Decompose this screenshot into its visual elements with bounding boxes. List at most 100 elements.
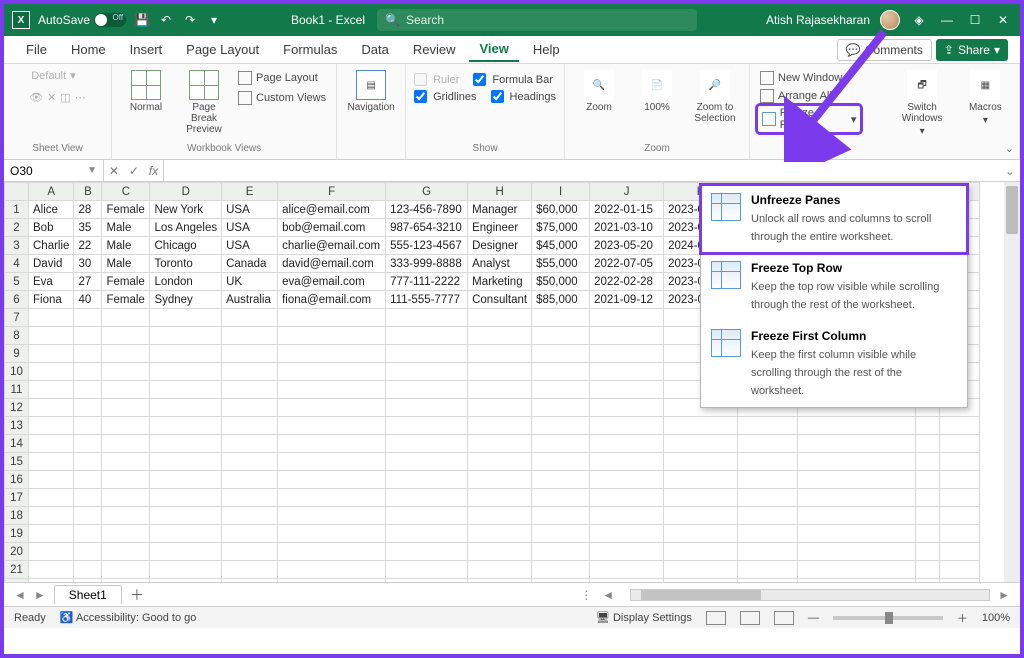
cell[interactable]: Engineer [468,219,532,237]
column-header-H[interactable]: H [468,183,532,201]
sheet-nav-prev[interactable]: ◄ [14,588,26,602]
cell[interactable] [798,417,916,435]
cell[interactable] [940,507,980,525]
row-header-6[interactable]: 6 [5,291,29,309]
cell[interactable] [29,525,74,543]
cell[interactable] [74,543,102,561]
page-break-status-icon[interactable] [774,611,794,625]
cell[interactable]: alice@email.com [278,201,386,219]
tab-insert[interactable]: Insert [120,38,173,61]
cell[interactable] [468,417,532,435]
cell[interactable] [468,309,532,327]
cell[interactable]: Bob [29,219,74,237]
cell[interactable] [916,435,940,453]
cell[interactable] [386,471,468,489]
qat-dropdown-icon[interactable]: ▾ [206,12,222,28]
cell[interactable] [222,435,278,453]
name-box[interactable]: O30▼ [4,160,104,181]
cell[interactable]: $55,000 [532,255,590,273]
cell[interactable] [532,309,590,327]
cell[interactable] [222,543,278,561]
cell[interactable] [29,363,74,381]
cell[interactable]: 28 [74,201,102,219]
cell[interactable]: Alice [29,201,74,219]
cell[interactable] [386,561,468,579]
vertical-scrollbar[interactable] [1004,182,1020,582]
cell[interactable] [386,525,468,543]
cell[interactable] [222,561,278,579]
cell[interactable] [798,525,916,543]
cell[interactable] [102,561,150,579]
new-window-button[interactable]: New Window [758,70,860,86]
zoom-in-button[interactable]: ＋ [957,610,968,626]
cell[interactable]: 2022-01-15 [590,201,664,219]
cell[interactable] [278,417,386,435]
cell[interactable] [916,453,940,471]
cell[interactable] [29,381,74,399]
cell[interactable] [468,327,532,345]
cell[interactable] [532,525,590,543]
row-header-13[interactable]: 13 [5,417,29,435]
cell[interactable] [278,507,386,525]
cell[interactable] [74,435,102,453]
cell[interactable] [532,345,590,363]
cell[interactable] [590,453,664,471]
cell[interactable] [150,309,222,327]
cell[interactable] [738,525,798,543]
cell[interactable]: Canada [222,255,278,273]
cell[interactable] [532,561,590,579]
cell[interactable] [940,471,980,489]
row-header-21[interactable]: 21 [5,561,29,579]
unfreeze-panes-item[interactable]: Unfreeze PanesUnlock all rows and column… [701,185,967,253]
cell[interactable] [74,309,102,327]
cell[interactable] [102,453,150,471]
cell[interactable] [664,525,738,543]
cell[interactable] [916,489,940,507]
zoom-to-selection-button[interactable]: 🔎Zoom to Selection [689,68,741,126]
cell[interactable] [278,345,386,363]
cell[interactable] [590,543,664,561]
cell[interactable]: Fiona [29,291,74,309]
cell[interactable] [664,561,738,579]
cell[interactable] [278,327,386,345]
cell[interactable] [150,507,222,525]
cell[interactable]: $85,000 [532,291,590,309]
cell[interactable] [940,543,980,561]
cell[interactable] [532,489,590,507]
ribbon-collapse-button[interactable]: ⌄ [1005,142,1014,155]
cell[interactable] [590,399,664,417]
cell[interactable] [74,507,102,525]
cell[interactable] [102,399,150,417]
tab-help[interactable]: Help [523,38,570,61]
row-header-9[interactable]: 9 [5,345,29,363]
cell[interactable] [102,471,150,489]
row-header-7[interactable]: 7 [5,309,29,327]
row-header-11[interactable]: 11 [5,381,29,399]
cell[interactable] [798,435,916,453]
cell[interactable] [278,381,386,399]
cell[interactable] [468,453,532,471]
cell[interactable] [102,345,150,363]
cell[interactable] [222,345,278,363]
cell[interactable] [278,453,386,471]
cell[interactable] [150,381,222,399]
search-input[interactable]: 🔍 Search [377,9,697,31]
display-settings-button[interactable]: 🖥 Display Settings [596,611,692,624]
custom-views-button[interactable]: Custom Views [236,90,328,106]
cell[interactable]: UK [222,273,278,291]
cell[interactable] [532,453,590,471]
cell[interactable] [74,327,102,345]
cell[interactable] [29,309,74,327]
cell[interactable] [532,417,590,435]
row-header-12[interactable]: 12 [5,399,29,417]
cell[interactable]: Manager [468,201,532,219]
cell[interactable] [74,363,102,381]
cell[interactable] [738,471,798,489]
cell[interactable] [916,561,940,579]
cell[interactable] [916,525,940,543]
cell[interactable]: New York [150,201,222,219]
cell[interactable] [532,543,590,561]
cell[interactable]: 2021-09-12 [590,291,664,309]
cell[interactable] [468,471,532,489]
cell[interactable] [102,435,150,453]
